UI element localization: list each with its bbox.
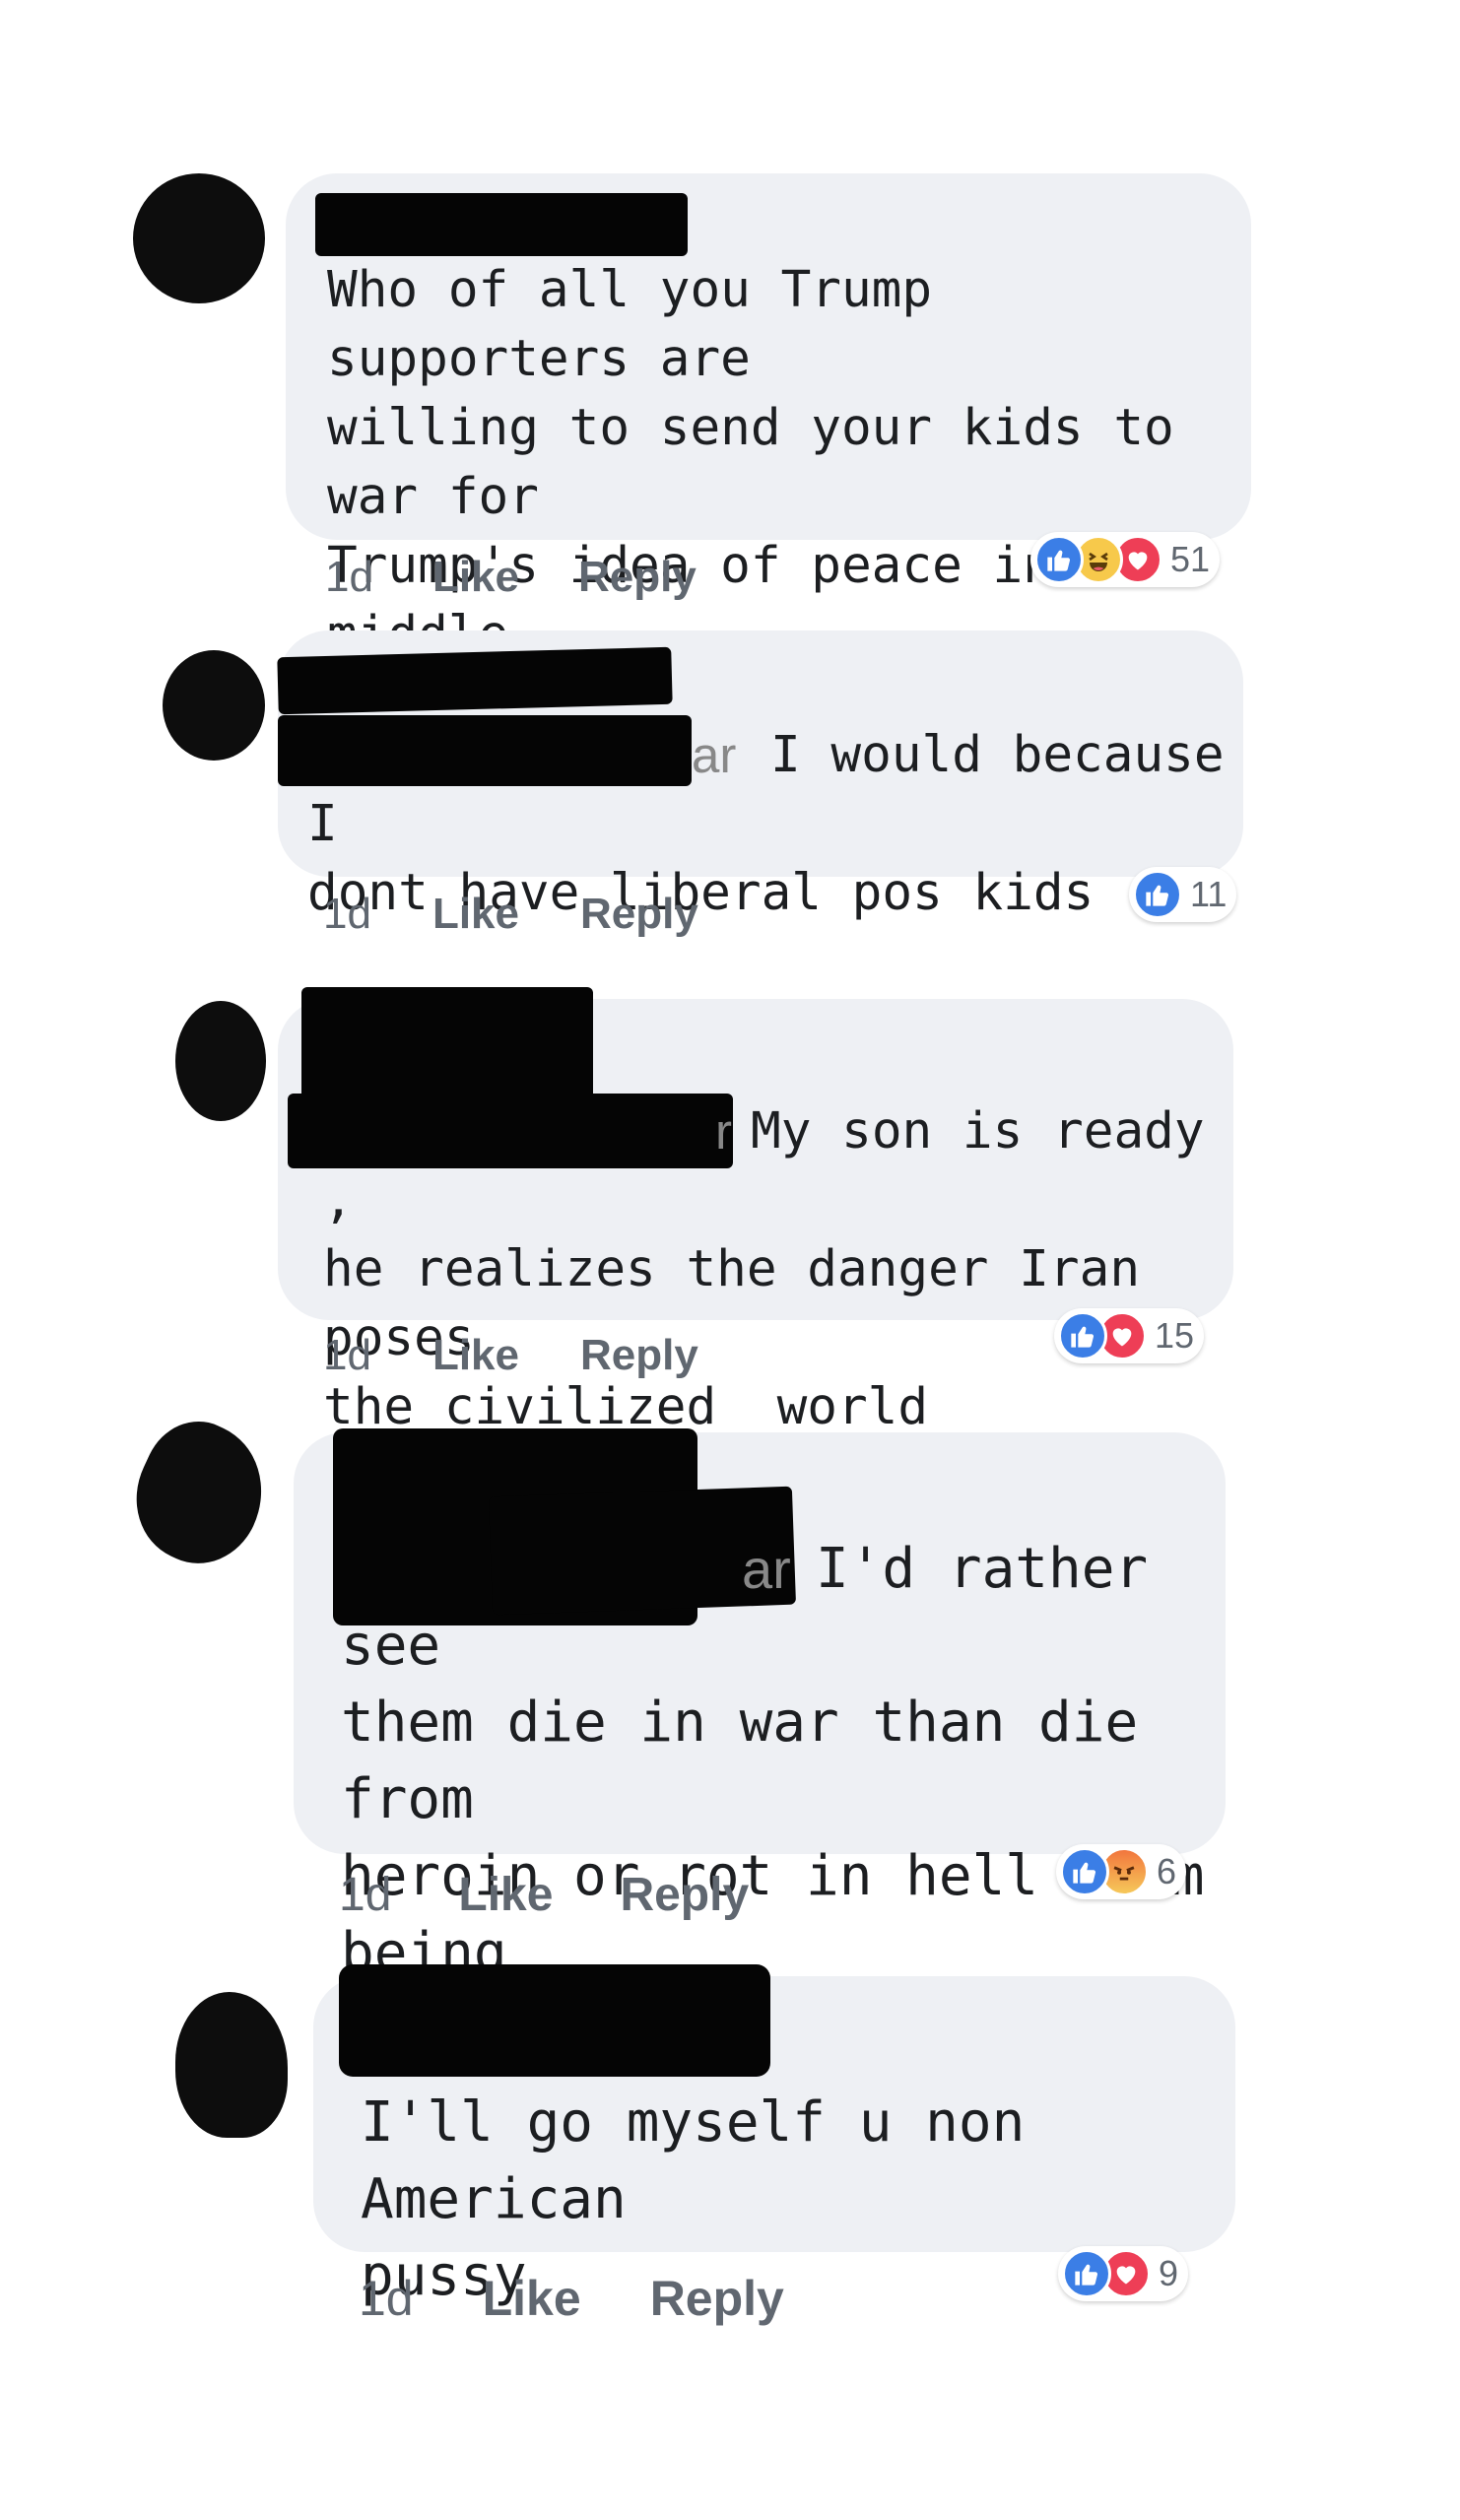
avatar[interactable] [133,173,265,303]
avatar[interactable] [163,650,265,761]
reaction-count: 15 [1155,1315,1195,1356]
comment-actions: 1d Like Reply [325,548,697,607]
reaction-count: 6 [1157,1851,1177,1891]
reply-button[interactable]: Reply [578,553,697,602]
comment-timestamp: 1d [323,1331,371,1379]
reaction-summary[interactable]: 9 [1058,2246,1189,2301]
redacted-author-name[interactable] [315,193,688,256]
reaction-count: 11 [1190,874,1228,914]
reaction-summary[interactable]: 6 [1056,1844,1187,1899]
comment-actions: 1d Like Reply [323,885,698,944]
like-icon [1058,1311,1107,1360]
reply-button[interactable]: Reply [580,890,698,939]
reply-button[interactable]: Reply [620,1868,749,1922]
comment-timestamp: 1d [325,553,373,601]
avatar[interactable] [175,1992,288,2138]
reaction-count: 9 [1159,2253,1179,2293]
comment-bubble: r My son is ready , he realizes the dang… [278,987,1233,1436]
comment-thread: Who of all you Trump supporters are will… [0,0,1460,2520]
comment-bubble: Who of all you Trump supporters are will… [286,173,1251,733]
redacted-author-name[interactable] [339,1964,770,2077]
comment-bubble: ar I would because I dont have liberal p… [277,630,1243,922]
like-icon [1133,870,1182,919]
avatar[interactable] [175,1001,266,1121]
reaction-summary[interactable]: 11 [1129,867,1237,922]
like-icon [1034,535,1084,584]
reaction-summary[interactable]: 51 [1030,532,1221,587]
comment-bubble: I'll go myself u non American pussy [313,1964,1235,2308]
like-icon [1062,2249,1111,2298]
reaction-summary[interactable]: 15 [1054,1308,1205,1363]
comment-timestamp: 1d [339,1868,392,1921]
like-button[interactable]: Like [432,553,519,602]
redacted-author-name[interactable] [301,987,593,1103]
comment-text: My son is ready , he realizes the danger… [323,1102,1205,1436]
comment-timestamp: 1d [323,890,371,938]
like-icon [1060,1847,1109,1896]
reply-button[interactable]: Reply [650,2270,784,2327]
comment-bubble: ar I'd rather see them die in war than d… [294,1428,1226,2062]
comment-timestamp: 1d [359,2271,414,2326]
comment-actions: 1d Like Reply [323,1326,698,1385]
comment-actions: 1d Like Reply [339,1862,749,1927]
redacted-author-name[interactable] [277,646,673,715]
reply-button[interactable]: Reply [580,1331,698,1380]
like-button[interactable]: Like [483,2270,581,2327]
avatar[interactable] [114,1404,286,1583]
like-button[interactable]: Like [458,1868,553,1922]
like-button[interactable]: Like [432,890,519,939]
reaction-count: 51 [1170,539,1211,579]
comment-actions: 1d Like Reply [359,2266,784,2331]
like-button[interactable]: Like [432,1331,519,1380]
